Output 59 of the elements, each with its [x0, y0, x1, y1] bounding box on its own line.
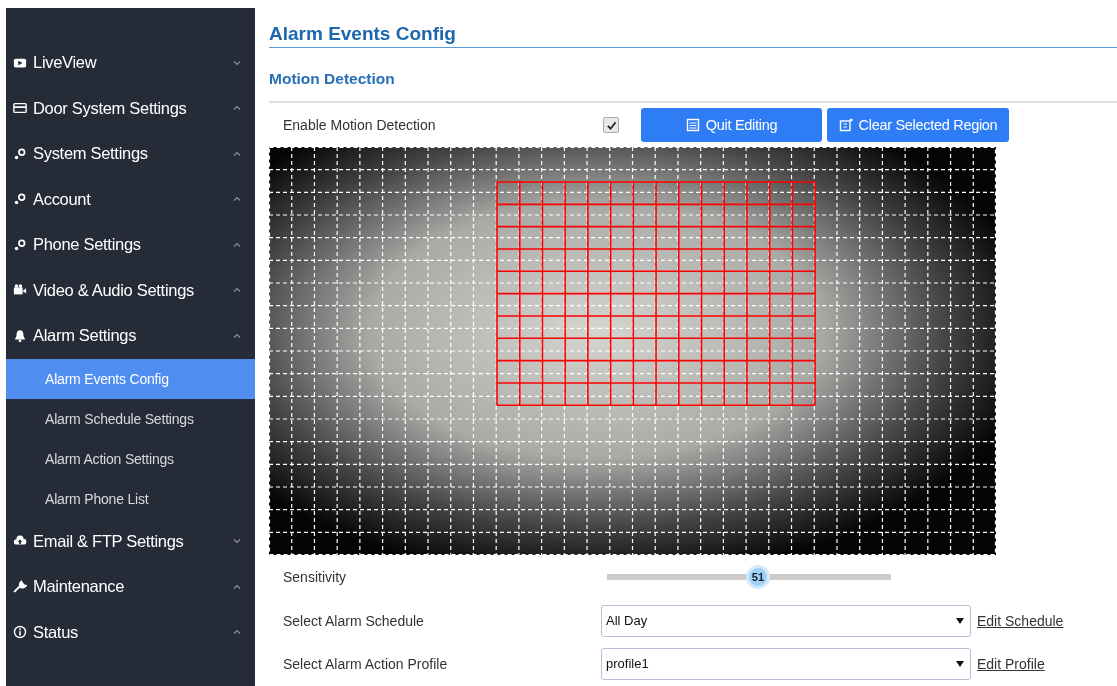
field-label: Select Alarm Action Profile	[282, 655, 449, 672]
field-label: Enable Motion Detection	[282, 117, 437, 133]
checkbox[interactable]	[603, 117, 619, 133]
sidebar-item-label: Alarm Settings	[33, 326, 138, 346]
key-icon	[13, 146, 27, 161]
chevron-down-icon	[233, 59, 241, 66]
page-title: Alarm Events Config	[269, 22, 457, 46]
card-icon	[13, 101, 27, 116]
chevron-up-icon	[233, 196, 241, 203]
chevron-down-icon	[233, 538, 241, 545]
chevron-up-icon	[233, 583, 241, 590]
sidebar-item[interactable]: Door System Settings	[6, 85, 255, 131]
dropdown-field[interactable]: profile1	[601, 647, 971, 680]
slider-thumb[interactable]: 51	[745, 565, 770, 589]
grid-clear-icon	[838, 118, 853, 132]
sidebar-item-label: System Settings	[33, 144, 149, 164]
sidebar-item[interactable]: Email & FTP Settings	[6, 518, 255, 564]
sidebar-item[interactable]: Account	[6, 176, 255, 222]
sidebar-item[interactable]: System Settings	[6, 131, 255, 177]
submenu-item[interactable]: Alarm Schedule Settings	[6, 398, 255, 439]
dropdown-field[interactable]: All Day	[601, 604, 971, 637]
wrench-icon	[13, 579, 27, 594]
quit-editing-button[interactable]: Quit Editing	[641, 108, 822, 142]
sidebar-item-label: Account	[33, 189, 92, 209]
sidebar-item[interactable]: Phone Settings	[6, 222, 255, 268]
edit-link[interactable]: Edit Profile	[977, 655, 1045, 672]
chevron-up-icon	[233, 332, 241, 339]
section-title: Motion Detection	[269, 69, 396, 89]
chevron-up-icon	[233, 629, 241, 636]
sidebar-item[interactable]: LiveView	[6, 40, 255, 86]
sidebar-item[interactable]: Maintenance	[6, 564, 255, 610]
field-label: Sensitivity	[282, 569, 348, 585]
sidebar-item-label: Status	[33, 622, 79, 642]
sidebar-item[interactable]: Alarm Settings	[6, 313, 255, 359]
field-label: Select Alarm Schedule	[282, 612, 425, 629]
chevron-up-icon	[233, 105, 241, 112]
submenu-item[interactable]: Alarm Phone List	[6, 478, 255, 519]
chevron-up-icon	[233, 241, 241, 248]
clear-region-button[interactable]: Clear Selected Region	[827, 108, 1009, 142]
submenu-item[interactable]: Alarm Action Settings	[6, 438, 255, 479]
key-icon	[13, 237, 27, 252]
info-icon	[13, 625, 27, 640]
list-icon	[685, 118, 700, 132]
sidebar-item-label: LiveView	[33, 53, 98, 73]
edit-link[interactable]: Edit Schedule	[977, 612, 1064, 629]
caret-icon	[956, 660, 964, 667]
caret-icon	[956, 617, 964, 624]
chevron-up-icon	[233, 287, 241, 294]
sidebar-item-label: Video & Audio Settings	[33, 280, 195, 300]
sidebar-item-label: Email & FTP Settings	[33, 531, 185, 551]
sidebar-item-label: Phone Settings	[33, 235, 142, 255]
sidebar-item-label: Maintenance	[33, 577, 126, 597]
sidebar-item-label: Door System Settings	[33, 98, 188, 118]
key-icon	[13, 192, 27, 207]
bell-icon	[13, 328, 27, 343]
chevron-up-icon	[233, 150, 241, 157]
sidebar-item[interactable]: Status	[6, 609, 255, 655]
camera-view-grid-drawing[interactable]	[269, 147, 996, 555]
sidebar-item[interactable]: Video & Audio Settings	[6, 267, 255, 313]
